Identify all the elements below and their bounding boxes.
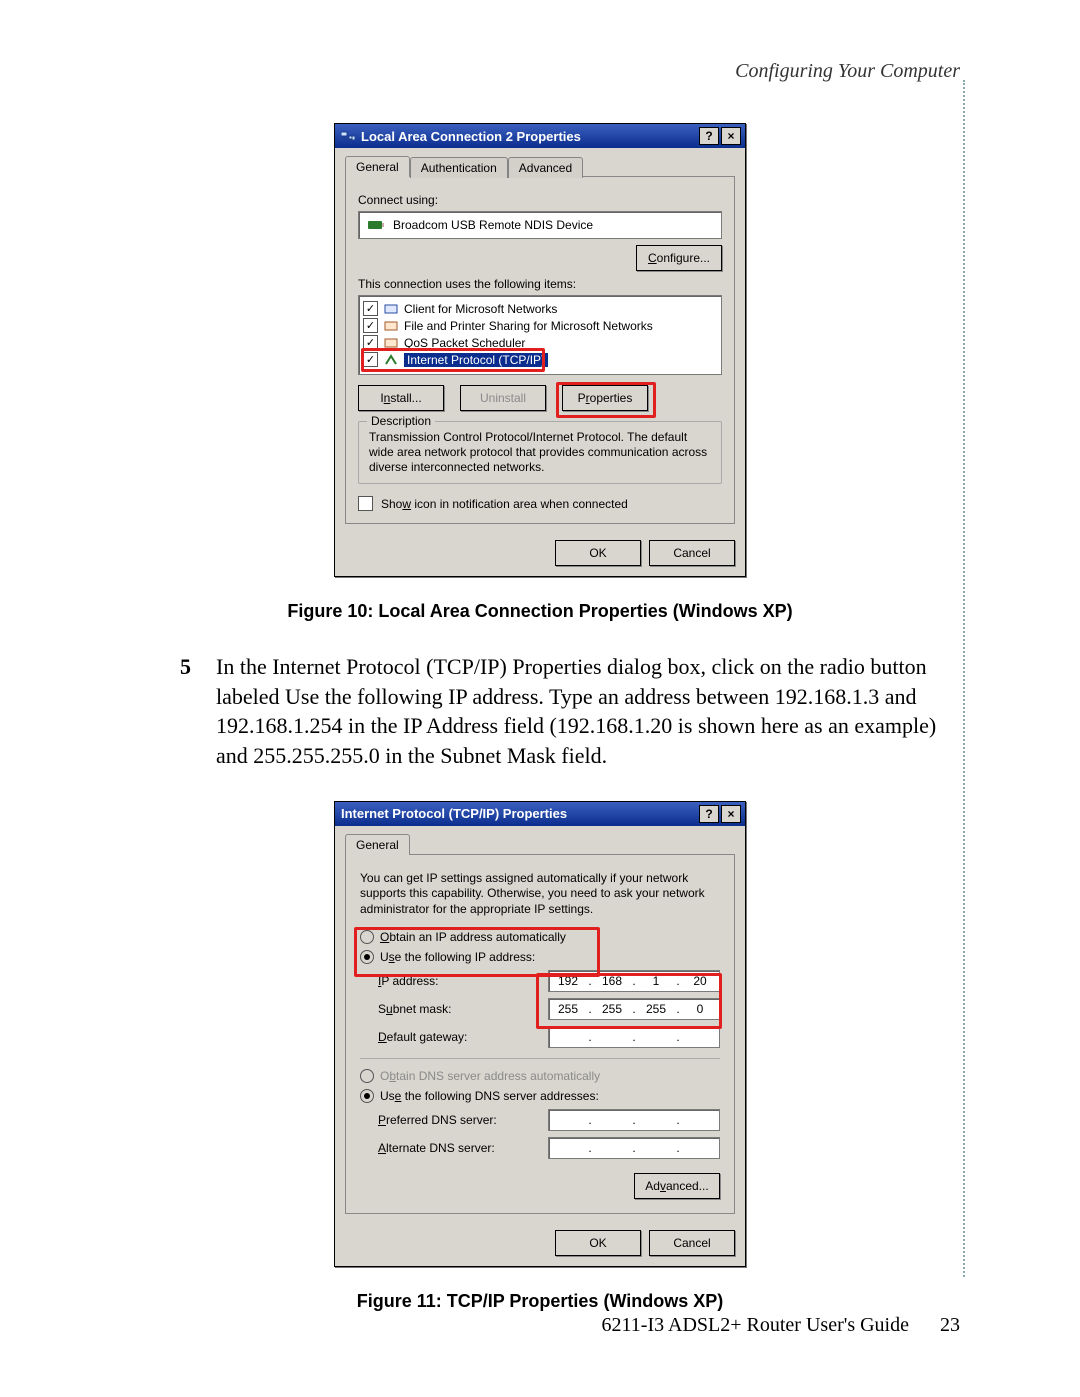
titlebar: Internet Protocol (TCP/IP) Properties ? … — [335, 802, 745, 826]
radio-icon — [360, 1069, 374, 1083]
doc-title: 6211-I3 ADSL2+ Router User's Guide — [602, 1314, 909, 1336]
checkbox-icon[interactable]: ✓ — [363, 352, 378, 367]
uninstall-button: Uninstall — [460, 385, 546, 411]
items-label: This connection uses the following items… — [358, 277, 722, 291]
tabpanel-general: Connect using: Broadcom USB Remote NDIS … — [345, 176, 735, 524]
gateway-label: Default gateway: — [378, 1030, 467, 1044]
list-item[interactable]: ✓ File and Printer Sharing for Microsoft… — [363, 317, 717, 334]
device-name: Broadcom USB Remote NDIS Device — [393, 218, 593, 232]
tcpip-properties-dialog: Internet Protocol (TCP/IP) Properties ? … — [334, 801, 746, 1267]
close-button[interactable]: × — [721, 127, 741, 145]
configure-button[interactable]: Configure... — [636, 245, 722, 271]
checkbox-icon[interactable]: ✓ — [363, 301, 378, 316]
ok-button[interactable]: OK — [555, 1230, 641, 1256]
step-text: In the Internet Protocol (TCP/IP) Proper… — [216, 652, 960, 771]
items-list[interactable]: ✓ Client for Microsoft Networks ✓ File a… — [358, 295, 722, 375]
pref-dns-row: Preferred DNS server: ... — [360, 1109, 720, 1131]
tab-advanced[interactable]: Advanced — [508, 157, 583, 178]
protocol-icon — [384, 354, 398, 366]
divider — [360, 1058, 720, 1059]
tabpanel-general: You can get IP settings assigned automat… — [345, 854, 735, 1214]
pref-dns-input[interactable]: ... — [548, 1109, 720, 1131]
tab-authentication[interactable]: Authentication — [410, 157, 508, 178]
install-button[interactable]: Install... — [358, 385, 444, 411]
close-button[interactable]: × — [721, 805, 741, 823]
client-icon — [384, 303, 398, 315]
radio-icon[interactable] — [360, 950, 374, 964]
info-text: You can get IP settings assigned automat… — [360, 871, 720, 918]
ip-label: IP address: — [378, 974, 439, 988]
page-footer: 6211-I3 ADSL2+ Router User's Guide 23 — [602, 1314, 960, 1337]
radio-use-dns[interactable]: Use the following DNS server addresses: — [360, 1089, 720, 1103]
properties-button[interactable]: Properties — [562, 385, 648, 411]
radio-auto-ip[interactable]: Obtain an IP address automatically — [360, 930, 720, 944]
list-item-tcpip[interactable]: ✓ Internet Protocol (TCP/IP) — [363, 351, 717, 368]
figure-11-caption: Figure 11: TCP/IP Properties (Windows XP… — [120, 1291, 960, 1312]
description-text: Transmission Control Protocol/Internet P… — [369, 430, 711, 475]
ip-address-input[interactable]: 192. 168. 1. 20 — [548, 970, 720, 992]
running-header: Configuring Your Computer — [120, 60, 960, 83]
subnet-row: Subnet mask: 255. 255. 255. 0 — [360, 998, 720, 1020]
network-icon — [341, 130, 355, 142]
ok-button[interactable]: OK — [555, 540, 641, 566]
list-item[interactable]: ✓ Client for Microsoft Networks — [363, 300, 717, 317]
subnet-label: Subnet mask: — [378, 1002, 451, 1016]
show-icon-row[interactable]: Show icon in notification area when conn… — [358, 496, 722, 511]
margin-rule — [963, 80, 965, 1277]
help-button[interactable]: ? — [699, 805, 719, 823]
subnet-mask-input[interactable]: 255. 255. 255. 0 — [548, 998, 720, 1020]
device-box: Broadcom USB Remote NDIS Device — [358, 211, 722, 239]
alt-dns-input[interactable]: ... — [548, 1137, 720, 1159]
help-button[interactable]: ? — [699, 127, 719, 145]
step-number: 5 — [180, 652, 202, 771]
page: Configuring Your Computer Local Area Con… — [0, 0, 1080, 1397]
figure-10-wrap: Local Area Connection 2 Properties ? × G… — [120, 123, 960, 577]
checkbox-icon[interactable] — [358, 496, 373, 511]
tab-general[interactable]: General — [345, 156, 410, 177]
titlebar: Local Area Connection 2 Properties ? × — [335, 124, 745, 148]
connect-using-label: Connect using: — [358, 193, 722, 207]
radio-auto-dns: Obtain DNS server address automatically — [360, 1069, 720, 1083]
gateway-input[interactable]: ... — [548, 1026, 720, 1048]
alt-dns-label: Alternate DNS server: — [378, 1141, 495, 1155]
description-group: Description Transmission Control Protoco… — [358, 421, 722, 484]
checkbox-icon[interactable]: ✓ — [363, 318, 378, 333]
dialog-title: Local Area Connection 2 Properties — [361, 129, 581, 144]
page-number: 23 — [940, 1314, 960, 1336]
tabs: General Authentication Advanced — [345, 156, 735, 177]
step-5: 5 In the Internet Protocol (TCP/IP) Prop… — [180, 652, 960, 771]
radio-icon[interactable] — [360, 930, 374, 944]
service-icon — [384, 320, 398, 332]
radio-icon[interactable] — [360, 1089, 374, 1103]
alt-dns-row: Alternate DNS server: ... — [360, 1137, 720, 1159]
adapter-icon — [367, 218, 385, 232]
service-icon — [384, 337, 398, 349]
cancel-button[interactable]: Cancel — [649, 540, 735, 566]
list-item[interactable]: ✓ QoS Packet Scheduler — [363, 334, 717, 351]
radio-use-ip[interactable]: Use the following IP address: — [360, 950, 720, 964]
dialog-title: Internet Protocol (TCP/IP) Properties — [341, 806, 567, 821]
cancel-button[interactable]: Cancel — [649, 1230, 735, 1256]
figure-11-wrap: Internet Protocol (TCP/IP) Properties ? … — [120, 801, 960, 1267]
pref-dns-label: Preferred DNS server: — [378, 1113, 497, 1127]
ip-address-row: IP address: 192. 168. 1. 20 — [360, 970, 720, 992]
gateway-row: Default gateway: ... — [360, 1026, 720, 1048]
advanced-button[interactable]: Advanced... — [634, 1173, 720, 1199]
description-label: Description — [367, 414, 435, 428]
lan-properties-dialog: Local Area Connection 2 Properties ? × G… — [334, 123, 746, 577]
tab-general[interactable]: General — [345, 834, 410, 855]
figure-10-caption: Figure 10: Local Area Connection Propert… — [120, 601, 960, 622]
checkbox-icon[interactable]: ✓ — [363, 335, 378, 350]
